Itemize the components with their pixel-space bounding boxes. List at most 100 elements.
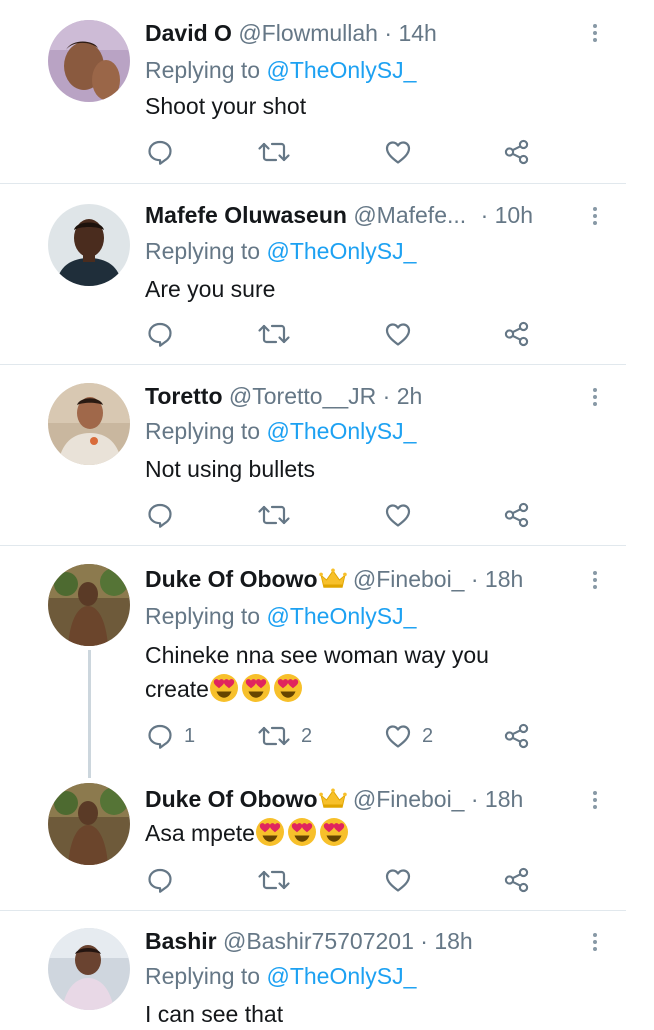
timestamp[interactable]: 18h (434, 928, 472, 954)
tweet-header: David O @Flowmullah · 14h (145, 19, 584, 47)
user-handle[interactable]: @Toretto__JR (229, 383, 376, 409)
share-icon (503, 501, 531, 529)
avatar[interactable] (48, 204, 130, 286)
tweet-header: Toretto @Toretto__JR · 2h (145, 382, 584, 410)
tweet-header: Duke Of Obowo @Fineboi_ · 18h (145, 565, 584, 593)
share-icon (503, 866, 531, 894)
like-button[interactable] (384, 500, 412, 530)
user-handle[interactable]: @Fineboi_ (353, 786, 465, 812)
retweet-button[interactable] (257, 865, 291, 895)
retweet-button[interactable] (257, 319, 291, 349)
retweet-icon (257, 138, 291, 166)
tweet-text: Are you sure (145, 276, 276, 302)
heart-icon (384, 320, 412, 348)
reply-button[interactable] (146, 500, 174, 530)
heart-icon (384, 866, 412, 894)
share-button[interactable] (503, 319, 531, 349)
avatar[interactable] (48, 783, 130, 865)
tweet-actions (146, 500, 546, 530)
display-name[interactable]: Duke Of Obowo (145, 566, 318, 592)
mention-link[interactable]: @TheOnlySJ_ (266, 963, 416, 989)
replying-to-label: Replying to (145, 603, 261, 629)
retweet-button[interactable] (257, 137, 291, 167)
share-icon (503, 722, 531, 750)
timestamp[interactable]: 2h (397, 383, 423, 409)
mention-link[interactable]: @TheOnlySJ_ (266, 418, 416, 444)
timestamp[interactable]: 18h (485, 566, 523, 592)
tweet[interactable]: Bashir @Bashir75707201 · 18h Replying to… (0, 911, 654, 1030)
display-name[interactable]: Mafefe Oluwaseun (145, 202, 347, 228)
heart-icon (384, 138, 412, 166)
share-button[interactable] (503, 865, 531, 895)
share-icon (503, 138, 531, 166)
separator-dot: · (382, 383, 391, 409)
display-name[interactable]: David O (145, 20, 232, 46)
tweet[interactable]: Duke Of Obowo @Fineboi_ · 18h Asa mpete (0, 766, 654, 910)
heart-eyes-emoji (209, 673, 239, 703)
user-handle[interactable]: @Bashir75707201 (223, 928, 414, 954)
share-icon (503, 320, 531, 348)
replying-to-label: Replying to (145, 963, 261, 989)
timestamp[interactable]: 18h (485, 786, 523, 812)
timestamp[interactable]: 10h (495, 202, 533, 228)
timestamp[interactable]: 14h (398, 20, 436, 46)
avatar[interactable] (48, 20, 130, 102)
heart-eyes-emoji (287, 817, 317, 847)
heart-eyes-emoji (255, 817, 285, 847)
tweet-text: I can see that (145, 1001, 284, 1027)
retweet-button[interactable]: 2 (257, 721, 312, 751)
reply-button[interactable] (146, 865, 174, 895)
reply-button[interactable] (146, 137, 174, 167)
user-handle[interactable]: @Fineboi_ (353, 566, 465, 592)
like-button[interactable] (384, 865, 412, 895)
retweet-icon (257, 501, 291, 529)
heart-icon (384, 501, 412, 529)
separator-dot: · (470, 566, 479, 592)
mention-link[interactable]: @TheOnlySJ_ (266, 57, 416, 83)
user-handle[interactable]: @Mafefe... (353, 202, 466, 228)
tweet-actions (146, 137, 546, 167)
reply-count: 1 (184, 724, 196, 747)
avatar[interactable] (48, 564, 130, 646)
display-name[interactable]: Bashir (145, 928, 217, 954)
reply-button[interactable] (146, 319, 174, 349)
like-button[interactable] (384, 137, 412, 167)
crown-emoji (319, 788, 347, 810)
avatar[interactable] (48, 928, 130, 1010)
share-button[interactable] (503, 500, 531, 530)
more-vertical-icon[interactable] (588, 786, 602, 814)
mention-link[interactable]: @TheOnlySJ_ (266, 238, 416, 264)
tweet[interactable]: Duke Of Obowo @Fineboi_ · 18h Replying t… (0, 546, 654, 766)
like-button[interactable] (384, 319, 412, 349)
like-button[interactable]: 2 (384, 721, 433, 751)
more-vertical-icon[interactable] (588, 566, 602, 594)
tweet[interactable]: Toretto @Toretto__JR · 2h Replying to @T… (0, 365, 654, 545)
replying-to-label: Replying to (145, 238, 261, 264)
retweet-icon (257, 320, 291, 348)
more-vertical-icon[interactable] (588, 928, 602, 956)
display-name[interactable]: Toretto (145, 383, 223, 409)
share-button[interactable] (503, 137, 531, 167)
more-vertical-icon[interactable] (588, 383, 602, 411)
separator-dot: · (480, 202, 489, 228)
retweet-button[interactable] (257, 500, 291, 530)
tweet-text-segment: Asa mpete (145, 820, 255, 846)
more-vertical-icon[interactable] (588, 202, 602, 230)
reply-icon (146, 722, 174, 750)
more-vertical-icon[interactable] (588, 19, 602, 47)
user-handle[interactable]: @Flowmullah (238, 20, 378, 46)
tweet-actions (146, 319, 546, 349)
display-name[interactable]: Duke Of Obowo (145, 786, 318, 812)
like-count: 2 (422, 724, 434, 747)
tweet[interactable]: David O @Flowmullah · 14h Replying to @T… (0, 0, 654, 182)
avatar[interactable] (48, 383, 130, 465)
heart-eyes-emoji (273, 673, 303, 703)
tweet-text-line: create (145, 672, 565, 706)
replying-to-label: Replying to (145, 57, 261, 83)
mention-link[interactable]: @TheOnlySJ_ (266, 603, 416, 629)
reply-button[interactable]: 1 (146, 721, 195, 751)
share-button[interactable] (503, 721, 531, 751)
tweet[interactable]: Mafefe Oluwaseun @Mafefe... · 10h Replyi… (0, 184, 654, 364)
separator-dot: · (384, 20, 393, 46)
replying-to: Replying to @TheOnlySJ_ (145, 417, 416, 445)
